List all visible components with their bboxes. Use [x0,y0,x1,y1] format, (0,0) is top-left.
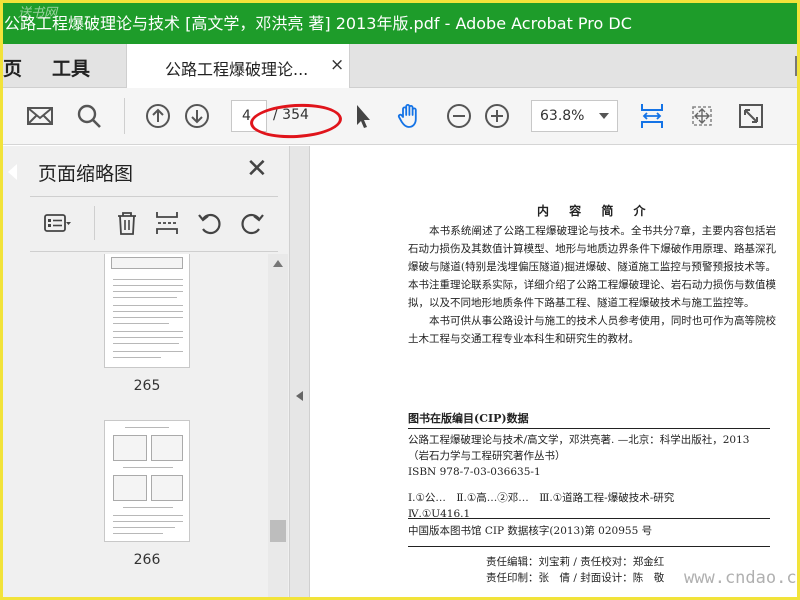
credit-line: 责任编辑：刘宝莉 / 责任校对：郑金红 [486,556,665,568]
cip-line: 公路工程爆破理论与技术/高文学，邓洪亮著. —北京：科学出版社，2013 [408,434,750,446]
fullscreen-icon[interactable] [735,100,767,132]
panel-collapse-handle[interactable] [290,146,310,600]
thumbnail-panel: 页面缩略图 ✕ 265 266 [0,146,290,600]
credit-line: 责任印制：张 倩 / 封面设计：陈 敬 [486,572,665,584]
tab-close-icon[interactable]: × [330,55,344,75]
page-thumbnail[interactable] [104,420,190,542]
arrow-up-circle-icon[interactable] [142,100,174,132]
thumbnail-list: 265 266 [0,254,268,600]
cip-rule [408,428,770,429]
hand-icon[interactable] [394,100,426,132]
rotate-left-icon[interactable] [193,206,227,240]
panel-divider-2 [30,251,278,252]
window-title: 公路工程爆破理论与技术 [高文学，邓洪亮 著] 2013年版.pdf - Ado… [4,14,632,33]
zoom-value: 63.8% [540,108,585,124]
document-view[interactable]: 内 容 简 介 本书系统阐述了公路工程爆破理论与技术。全书共分7章，主要内容包括… [311,146,800,600]
document-heading: 内 容 简 介 [537,204,654,218]
panel-divider [30,196,278,197]
trash-icon[interactable] [110,206,144,240]
chevron-left-icon [296,391,303,401]
page-thumbnail[interactable] [104,254,190,368]
rotate-right-icon[interactable] [235,206,269,240]
cip-rule [408,546,770,547]
cip-line: ISBN 978-7-03-036635-1 [408,466,541,478]
scroll-mode-icon[interactable] [686,100,718,132]
toolbar-separator [124,98,125,134]
panel-pointer [8,164,17,180]
cip-line: Ⅰ.①公… Ⅱ.①高…②邓… Ⅲ.①道路工程-爆破技术-研究 [408,492,675,504]
panel-title: 页面缩略图 [38,163,134,185]
cip-line: Ⅳ.①U416.1 [408,508,471,520]
cip-body: 公路工程爆破理论与技术/高文学，邓洪亮著. —北京：科学出版社，2013 （岩石… [408,432,778,522]
nav-tools[interactable]: 工具 [52,54,90,81]
site-watermark: www.cndao.com [684,568,800,588]
insert-page-icon[interactable] [150,206,184,240]
thumbnail-figure [151,475,183,501]
tab-bar: 页 工具 公路工程爆破理论... × [0,44,800,89]
thumbnail-scrollbar[interactable] [268,254,288,600]
thumbnail-figure [111,257,183,269]
cip-rule [408,518,770,519]
intro-paragraph: 本书系统阐述了公路工程爆破理论与技术。全书共分7章，主要内容包括岩石动力损伤及其… [408,225,776,309]
minus-circle-icon[interactable] [443,100,475,132]
credits: 责任编辑：刘宝莉 / 责任校对：郑金红 责任印制：张 倩 / 封面设计：陈 敬 [486,554,664,586]
document-tab[interactable]: 公路工程爆破理论... × [126,44,350,89]
intro-paragraph: 本书可供从事公路设计与施工的技术人员参考使用，同时也可作为高等院校土木工程与交通… [408,315,776,345]
panel-close-icon[interactable]: ✕ [246,156,268,182]
thumbnail-figure [113,435,147,461]
panel-toolbar-separator [94,206,95,240]
document-tab-label: 公路工程爆破理论... [165,60,309,79]
thumbnail-figure [151,435,183,461]
cip-spacer [408,480,778,490]
intro-text: 本书系统阐述了公路工程爆破理论与技术。全书共分7章，主要内容包括岩石动力损伤及其… [408,222,776,348]
cip-title: 图书在版编目(CIP)数据 [408,412,529,425]
cip-line: （岩石力学与工程研究著作丛书） [408,450,566,462]
plus-circle-icon[interactable] [481,100,513,132]
thumbnail-options-icon[interactable] [40,206,74,240]
magnifier-icon[interactable] [73,100,105,132]
thumbnail-figure [113,475,147,501]
main-toolbar: 4 / 354 63.8% • [0,88,800,221]
title-bar: 送书网 公路工程爆破理论与技术 [高文学，邓洪亮 著] 2013年版.pdf -… [0,0,800,44]
chevron-down-icon [599,113,609,119]
scrollbar-thumb[interactable] [270,520,286,542]
window-edge-marker [795,56,798,76]
nav-home[interactable]: 页 [3,54,22,81]
thumbnail-label: 266 [133,552,161,568]
zoom-select[interactable]: 63.8% [531,100,618,132]
thumbnail-label: 265 [133,378,161,394]
envelope-icon[interactable] [24,100,56,132]
title-watermark: 送书网 [18,6,58,21]
cursor-arrow-icon[interactable] [346,100,378,132]
fit-width-icon[interactable] [636,100,668,132]
scroll-up-icon[interactable] [273,260,283,267]
cip-number: 中国版本图书馆 CIP 数据核字(2013)第 020955 号 [408,525,653,537]
arrow-down-circle-icon[interactable] [181,100,213,132]
